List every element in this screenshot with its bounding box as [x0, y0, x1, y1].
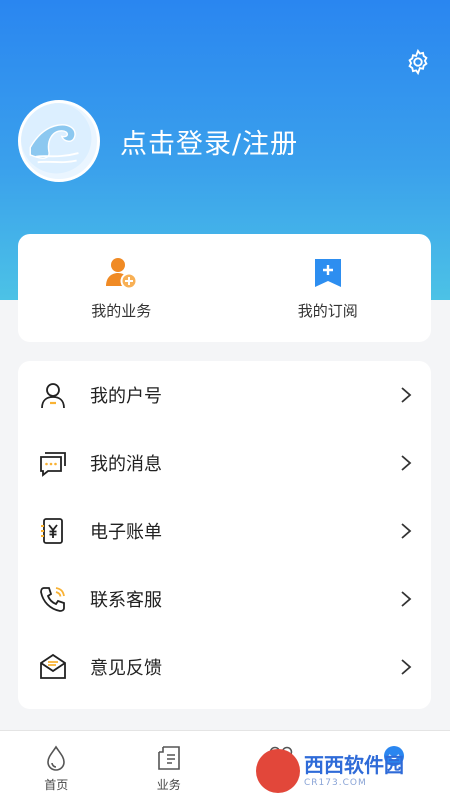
- person-add-icon: [106, 258, 138, 290]
- my-subscriptions-label: 我的订阅: [297, 302, 358, 320]
- watermark-text: 西西软件园 CR173.COM: [304, 754, 404, 788]
- menu-list: 我的户号 我的消息 电子账单 联系客服 意见反馈: [18, 361, 431, 709]
- chevron-right-icon: [401, 387, 412, 403]
- menu-item-messages[interactable]: 我的消息: [18, 429, 431, 497]
- my-business-button[interactable]: 我的业务: [18, 234, 225, 342]
- menu-label-bill: 电子账单: [90, 522, 162, 543]
- watermark-logo-icon: [256, 749, 300, 793]
- menu-item-feedback[interactable]: 意见反馈: [18, 633, 431, 701]
- chevron-right-icon: [401, 455, 412, 471]
- my-business-label: 我的业务: [91, 302, 152, 320]
- menu-item-support[interactable]: 联系客服: [18, 565, 431, 633]
- document-icon: [157, 746, 180, 770]
- menu-label-feedback: 意见反馈: [90, 658, 162, 679]
- chevron-right-icon: [401, 659, 412, 675]
- menu-label-support: 联系客服: [90, 590, 162, 611]
- water-drop-icon: [47, 745, 66, 771]
- watermark-logo: 西西软件园 CR173.COM: [256, 748, 436, 794]
- watermark-sub-text: CR173.COM: [304, 778, 367, 788]
- menu-label-messages: 我的消息: [90, 454, 162, 475]
- phone-icon: [40, 587, 65, 612]
- tab-business[interactable]: 业务: [113, 731, 226, 800]
- chevron-right-icon: [401, 591, 412, 607]
- my-subscriptions-button[interactable]: 我的订阅: [225, 234, 432, 342]
- wave-avatar-icon: [21, 103, 92, 174]
- message-icon: [40, 452, 66, 477]
- login-register-link[interactable]: 点击登录/注册: [120, 122, 298, 161]
- menu-item-account[interactable]: 我的户号: [18, 361, 431, 429]
- bookmark-add-icon: [314, 259, 341, 287]
- watermark-main-text: 西西软件园: [304, 753, 404, 777]
- tab-home-label: 首页: [44, 778, 69, 792]
- user-icon: [41, 383, 65, 409]
- user-avatar[interactable]: [18, 100, 100, 182]
- chevron-right-icon: [401, 523, 412, 539]
- menu-item-bill[interactable]: 电子账单: [18, 497, 431, 565]
- tab-home[interactable]: 首页: [0, 731, 113, 800]
- settings-gear-icon[interactable]: [404, 48, 432, 76]
- envelope-icon: [40, 653, 66, 679]
- bill-icon: [41, 518, 63, 544]
- tab-business-label: 业务: [156, 778, 181, 792]
- menu-label-account: 我的户号: [90, 386, 162, 407]
- quick-actions-card: 我的业务 我的订阅: [18, 234, 431, 342]
